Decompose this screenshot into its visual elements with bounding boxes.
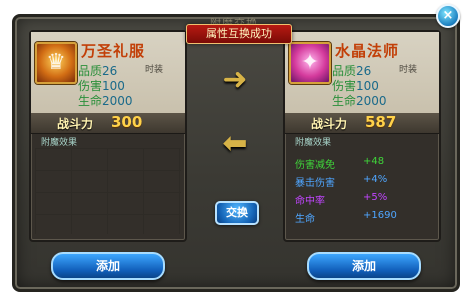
right-effect-header: 附魔效果 [295,138,332,148]
left-item-portrait[interactable]: ♛ [35,42,77,84]
effect-value: +5% [363,192,388,203]
left-power-value: 300 [111,113,143,131]
left-effect-header: 附魔效果 [41,138,78,148]
left-item-name: 万圣礼服 [81,42,146,60]
left-item-header: ♛ 万圣礼服 时装 品质26 伤害100 生命2000 [31,32,185,114]
right-power-bar: 战斗力 587 [285,113,439,134]
success-banner: 属性互换成功 [186,24,292,44]
effect-row: 生命 +1690 [295,210,431,228]
add-left-button[interactable]: 添加 [51,252,165,280]
effect-value: +1690 [363,210,397,221]
close-button[interactable]: × [436,4,460,28]
effect-name: 伤害减免 [295,160,335,171]
effect-row: 暴击伤害 +4% [295,174,431,192]
left-effect-background [35,148,181,234]
swap-button[interactable]: 交换 [215,201,259,225]
right-item-panel: ✦ 水晶法师 时装 品质26 伤害100 生命2000 战斗力 587 附魔效果… [283,30,441,242]
left-item-panel: ♛ 万圣礼服 时装 品质26 伤害100 生命2000 战斗力 300 附魔效果 [29,30,187,242]
effect-value: +48 [363,156,385,167]
right-item-header: ✦ 水晶法师 时装 品质26 伤害100 生命2000 [285,32,439,114]
right-stat-hp: 生命2000 [332,94,387,108]
effect-row: 伤害减免 +48 [295,156,431,174]
right-item-tag: 时装 [398,65,417,75]
right-effect-list: 伤害减免 +48 暴击伤害 +4% 命中率 +5% 生命 +1690 [295,156,431,228]
close-icon: × [442,8,454,23]
add-right-button[interactable]: 添加 [307,252,421,280]
right-arrow-icon: ➜ [222,62,248,97]
effect-name: 命中率 [295,196,325,207]
effect-name: 生命 [295,214,315,225]
armor-icon: ♛ [46,50,66,75]
effect-name: 暴击伤害 [295,178,335,189]
left-arrow-icon: ⬅ [222,126,248,161]
left-power-bar: 战斗力 300 [31,113,185,134]
right-power-value: 587 [365,113,397,131]
right-item-portrait[interactable]: ✦ [289,42,331,84]
effect-value: +4% [363,174,388,185]
right-item-name: 水晶法师 [335,42,400,60]
mage-icon: ✦ [300,50,320,75]
effect-row: 命中率 +5% [295,192,431,210]
left-stat-hp: 生命2000 [78,94,133,108]
left-power-label: 战斗力 [57,117,94,131]
left-item-tag: 时装 [144,65,163,75]
right-power-label: 战斗力 [311,117,348,131]
